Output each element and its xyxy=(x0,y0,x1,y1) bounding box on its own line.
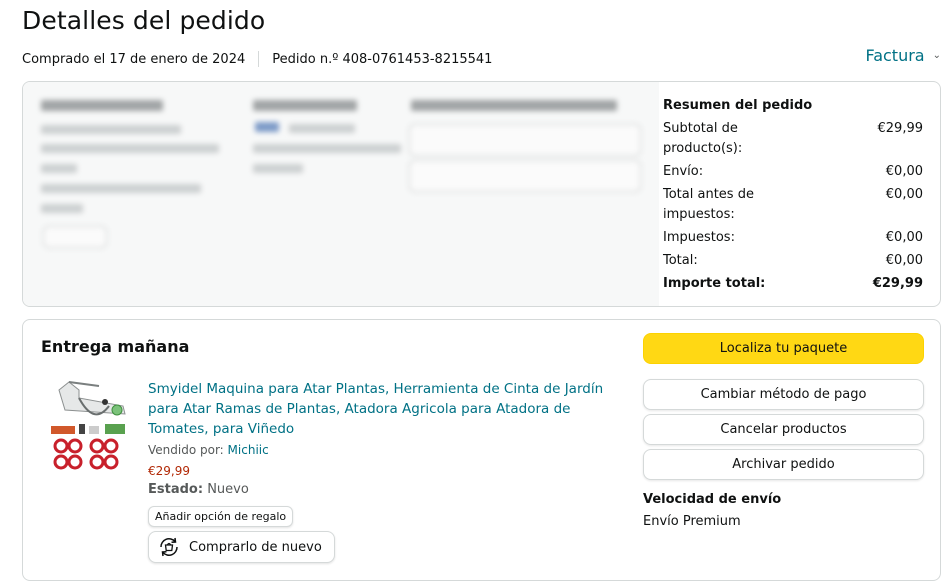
summary-row-total: Total: €0,00 xyxy=(663,251,923,271)
order-info-card: Resumen del pedido Subtotal de producto(… xyxy=(22,81,941,307)
summary-row-grand-total: Importe total: €29,99 xyxy=(663,274,923,294)
invoice-label: Factura xyxy=(865,46,925,65)
summary-value: €0,00 xyxy=(885,253,923,268)
add-gift-option-button[interactable]: Añadir opción de regalo xyxy=(148,506,294,527)
archive-order-button[interactable]: Archivar pedido xyxy=(643,449,924,480)
change-payment-method-button[interactable]: Cambiar método de pago xyxy=(643,379,924,410)
order-number: Pedido n.º 408-0761453-8215541 xyxy=(272,51,493,67)
sold-by: Vendido por: Michiic xyxy=(148,443,269,457)
summary-value: €0,00 xyxy=(885,230,923,245)
summary-value: €0,00 xyxy=(885,164,923,179)
summary-label: Total antes de impuestos: xyxy=(663,187,754,222)
delivery-status-heading: Entrega mañana xyxy=(41,337,190,356)
shipping-speed-value: Envío Premium xyxy=(643,514,741,529)
order-summary-heading: Resumen del pedido xyxy=(663,98,813,113)
shipping-speed-heading: Velocidad de envío xyxy=(643,492,782,507)
buy-again-button[interactable]: Comprarlo de nuevo xyxy=(148,531,335,563)
track-package-button[interactable]: Localiza tu paquete xyxy=(643,333,924,364)
order-summary: Resumen del pedido Subtotal de producto(… xyxy=(663,82,940,297)
product-title-link[interactable]: Smyidel Maquina para Atar Plantas, Herra… xyxy=(148,379,618,439)
summary-label: Envío: xyxy=(663,164,704,179)
summary-row-shipping: Envío: €0,00 xyxy=(663,162,923,182)
summary-row-subtotal: Subtotal de producto(s): €29,99 xyxy=(663,119,923,159)
sold-by-label: Vendido por: xyxy=(148,443,224,457)
redacted-address-payment-area xyxy=(23,82,659,306)
buy-again-icon xyxy=(160,537,178,557)
cancel-items-button[interactable]: Cancelar productos xyxy=(643,414,924,445)
meta-divider xyxy=(258,51,260,67)
summary-label: Total: xyxy=(663,253,698,268)
product-thumbnail[interactable] xyxy=(49,376,135,476)
item-condition: Estado: Nuevo xyxy=(148,482,249,497)
summary-row-tax: Impuestos: €0,00 xyxy=(663,228,923,248)
summary-value: €29,99 xyxy=(872,276,923,291)
purchase-date: Comprado el 17 de enero de 2024 xyxy=(22,51,246,67)
summary-label: Importe total: xyxy=(663,276,766,291)
invoice-dropdown[interactable]: Factura ⌄ xyxy=(865,46,941,65)
item-price: €29,99 xyxy=(148,464,190,478)
condition-value: Nuevo xyxy=(207,482,249,497)
condition-label: Estado: xyxy=(148,482,204,497)
summary-label: Subtotal de producto(s): xyxy=(663,121,743,156)
shipment-actions: Localiza tu paquete Cambiar método de pa… xyxy=(643,333,924,529)
shipment-card: Entrega mañana Smyidel Maquina para Atar… xyxy=(22,319,941,581)
chevron-down-icon: ⌄ xyxy=(932,50,941,61)
seller-link[interactable]: Michiic xyxy=(228,443,269,457)
order-meta: Comprado el 17 de enero de 2024 Pedido n… xyxy=(22,51,492,67)
summary-value: €0,00 xyxy=(885,187,923,202)
page-title: Detalles del pedido xyxy=(22,6,266,35)
summary-label: Impuestos: xyxy=(663,230,735,245)
buy-again-label: Comprarlo de nuevo xyxy=(189,539,322,555)
summary-value: €29,99 xyxy=(877,121,924,136)
summary-row-pretax: Total antes de impuestos: €0,00 xyxy=(663,185,923,225)
